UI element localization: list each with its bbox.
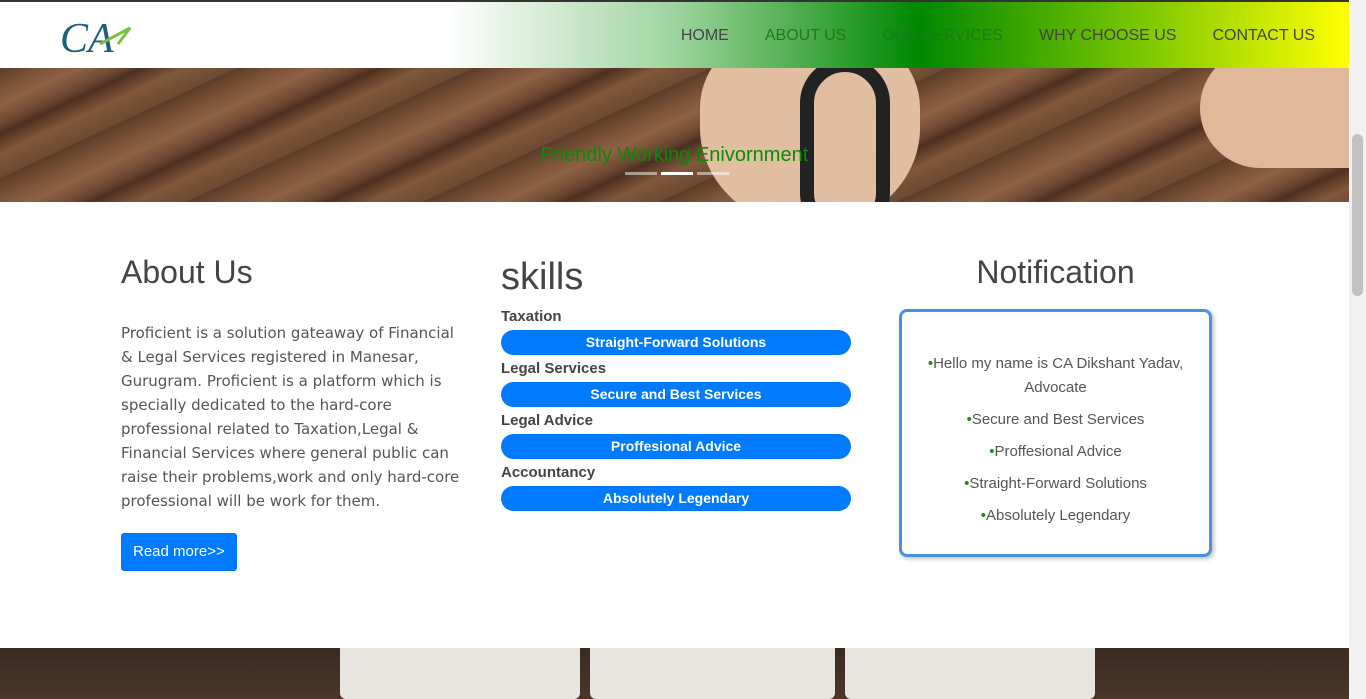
nav-contact-us[interactable]: CONTACT US (1212, 27, 1315, 45)
carousel-indicator-1[interactable] (625, 172, 657, 175)
banner-tile (590, 648, 835, 699)
nav-home[interactable]: HOME (681, 27, 729, 45)
carousel-indicator-3[interactable] (697, 172, 729, 175)
banner-tile (845, 648, 1095, 699)
notification-item: Secure and Best Services (912, 408, 1199, 432)
skill-label: Legal Advice (501, 412, 593, 429)
notification-list: Hello my name is CA Dikshant Yadav, Advo… (912, 352, 1199, 528)
about-body: Proficient is a solution gateaway of Fin… (121, 324, 460, 510)
about-title: About Us (121, 254, 253, 290)
skill-bar: Secure and Best Services (501, 382, 851, 407)
skill-item: Accountancy Absolutely Legendary (501, 463, 851, 511)
nav-why-choose-us[interactable]: WHY CHOOSE US (1039, 27, 1177, 45)
page-scrollbar[interactable] (1349, 0, 1366, 699)
scrollbar-thumb[interactable] (1352, 134, 1363, 296)
main-nav: HOME ABOUT US OUR SERVICES WHY CHOOSE US… (645, 2, 1315, 70)
hero-carousel[interactable]: Friendly Working Enivornment (0, 68, 1349, 202)
skill-label: Taxation (501, 308, 562, 325)
notification-item: Hello my name is CA Dikshant Yadav, Advo… (912, 352, 1199, 400)
notification-item: Straight-Forward Solutions (912, 472, 1199, 496)
notification-title: Notification (976, 254, 1135, 290)
about-section: About Us Proficient is a solution gateaw… (121, 254, 466, 571)
skill-item: Legal Services Secure and Best Services (501, 359, 851, 407)
site-header: CA HOME ABOUT US OUR SERVICES WHY CHOOSE… (0, 0, 1349, 68)
read-more-button[interactable]: Read more>> (121, 533, 237, 571)
skill-item: Taxation Straight-Forward Solutions (501, 307, 851, 355)
logo-text: CA (60, 16, 114, 60)
carousel-indicators (625, 172, 729, 175)
hero-scissors-image (800, 68, 890, 202)
hero-caption: Friendly Working Enivornment (540, 144, 809, 166)
skill-bar: Straight-Forward Solutions (501, 330, 851, 355)
skills-section: skills Taxation Straight-Forward Solutio… (501, 256, 851, 515)
banner-tile (340, 648, 580, 699)
skills-title: skills (501, 256, 584, 298)
skill-item: Legal Advice Proffesional Advice (501, 411, 851, 459)
nav-about-us[interactable]: ABOUT US (765, 27, 847, 45)
nav-our-services[interactable]: OUR SERVICES (882, 27, 1003, 45)
notification-box: Hello my name is CA Dikshant Yadav, Advo… (899, 309, 1212, 557)
skill-bar: Absolutely Legendary (501, 486, 851, 511)
logo[interactable]: CA (60, 14, 140, 60)
skill-label: Legal Services (501, 360, 607, 377)
bottom-banner-image (0, 648, 1349, 699)
notification-item: Proffesional Advice (912, 440, 1199, 464)
notification-section: Notification Hello my name is CA Dikshan… (899, 254, 1212, 557)
skill-bar: Proffesional Advice (501, 434, 851, 459)
notification-item: Absolutely Legendary (912, 504, 1199, 528)
skill-label: Accountancy (501, 464, 596, 481)
carousel-indicator-2[interactable] (661, 172, 693, 175)
